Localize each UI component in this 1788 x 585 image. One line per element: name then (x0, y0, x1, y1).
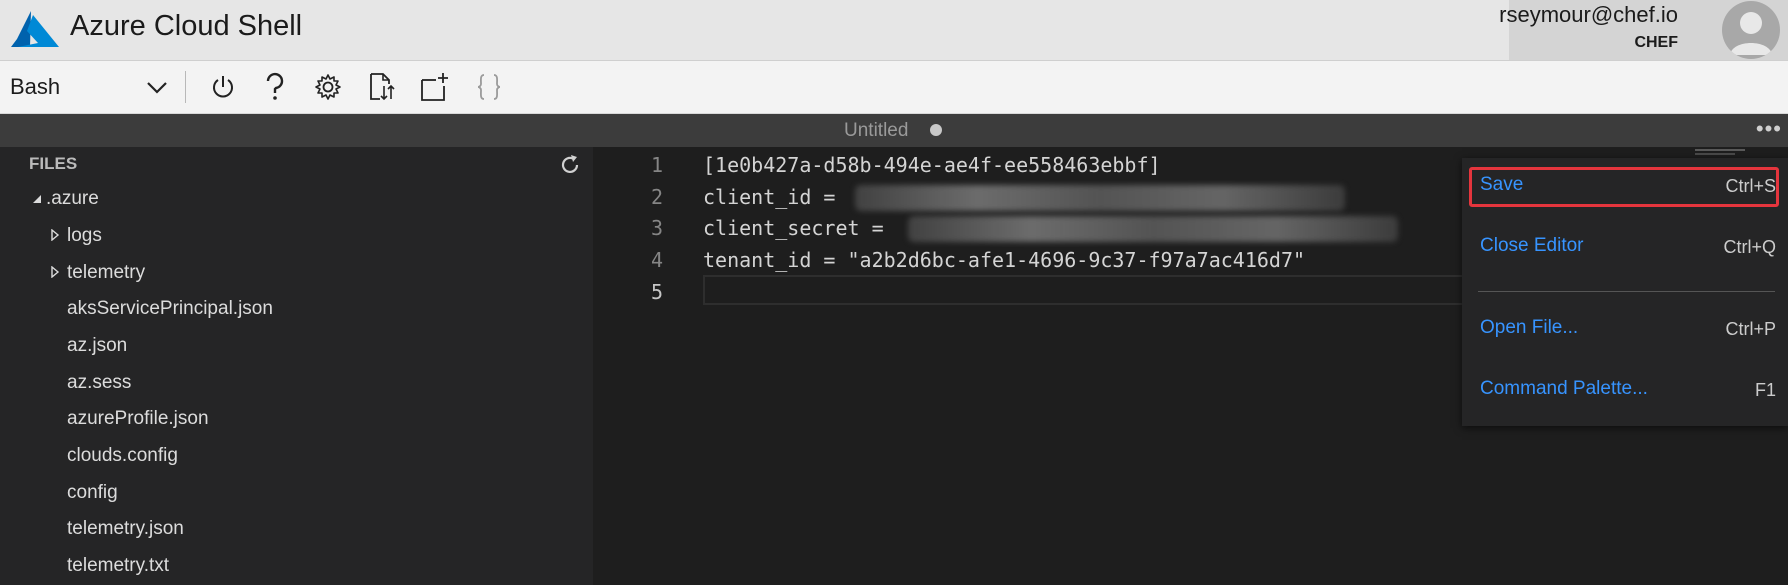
menu-item-save[interactable]: Save Ctrl+S (1462, 164, 1788, 208)
tree-item-file[interactable]: clouds.config (67, 445, 178, 467)
toolbar-divider (185, 71, 186, 103)
menu-item-close-editor[interactable]: Close Editor Ctrl+Q (1462, 225, 1788, 269)
editor-context-menu: Save Ctrl+S Close Editor Ctrl+Q Open Fil… (1462, 158, 1788, 426)
tree-item-file[interactable]: aksServicePrincipal.json (67, 298, 273, 320)
help-icon (266, 72, 284, 100)
help-button[interactable] (259, 71, 291, 103)
chevron-down-icon (147, 82, 167, 94)
shell-toolbar: Bash (0, 61, 1788, 114)
menu-separator (1478, 291, 1775, 292)
line-number: 1 (650, 153, 663, 177)
avatar[interactable] (1722, 1, 1780, 59)
caret-right-icon (51, 266, 60, 278)
menu-item-label: Close Editor (1480, 235, 1584, 256)
menu-item-shortcut: F1 (1754, 380, 1776, 400)
code-line: client_id = (703, 185, 848, 209)
tree-item-label: logs (67, 225, 102, 246)
azure-logo-icon (11, 11, 59, 47)
menu-item-label: Save (1480, 174, 1524, 195)
tree-item-label: telemetry (67, 262, 146, 283)
code-line: [1e0b427a-d58b-494e-ae4f-ee558463ebbf] (703, 153, 1161, 177)
open-editor-button[interactable] (473, 71, 505, 103)
line-number: 4 (650, 248, 663, 272)
files-header: FILES (29, 154, 78, 173)
caret-right-icon (51, 229, 60, 241)
new-session-button[interactable] (419, 71, 451, 103)
caret-down-icon (33, 195, 41, 203)
editor-tab-title[interactable]: Untitled (844, 120, 908, 142)
shell-type-select[interactable]: Bash (0, 61, 180, 113)
redacted-client-secret (908, 216, 1398, 242)
menu-item-command-palette[interactable]: Command Palette... F1 (1462, 368, 1788, 412)
tree-item-file[interactable]: az.json (67, 335, 127, 357)
tree-item-file[interactable]: telemetry.txt (67, 555, 169, 577)
user-tenant: CHEF (1634, 34, 1678, 51)
menu-item-label: Open File... (1480, 317, 1579, 338)
power-icon (213, 76, 233, 98)
code-line: client_secret = (703, 216, 896, 240)
tree-item-file[interactable]: az.sess (67, 372, 131, 394)
app-title: Azure Cloud Shell (70, 10, 303, 42)
settings-button[interactable] (312, 71, 344, 103)
editor-braces-icon (477, 74, 501, 100)
menu-item-shortcut: Ctrl+P (1725, 319, 1776, 339)
line-number: 5 (650, 280, 663, 304)
minimap-lines-icon (1695, 149, 1745, 155)
more-actions-button[interactable]: ••• (1756, 116, 1782, 142)
tree-item-file[interactable]: telemetry.json (67, 518, 184, 540)
current-line-highlight (703, 275, 1483, 305)
line-number: 2 (650, 185, 663, 209)
user-silhouette-icon (1730, 12, 1772, 55)
unsaved-dot-icon (930, 124, 942, 136)
shell-type-label: Bash (10, 74, 61, 99)
menu-item-open-file[interactable]: Open File... Ctrl+P (1462, 307, 1788, 351)
upload-download-button[interactable] (366, 71, 398, 103)
new-session-icon (421, 73, 448, 101)
menu-item-shortcut: Ctrl+Q (1723, 237, 1776, 257)
minimap[interactable] (1695, 147, 1755, 157)
menu-item-shortcut: Ctrl+S (1725, 176, 1776, 196)
settings-icon (315, 74, 341, 100)
user-email: rseymour@chef.io (1499, 2, 1678, 27)
tree-item-file[interactable]: config (67, 482, 118, 504)
redacted-client-id (855, 185, 1345, 211)
upload-download-icon (370, 73, 395, 101)
account-area[interactable]: rseymour@chef.io CHEF (1499, 0, 1788, 60)
menu-item-label: Command Palette... (1480, 378, 1648, 399)
tree-item-file[interactable]: azureProfile.json (67, 408, 209, 430)
refresh-icon[interactable] (558, 153, 582, 177)
editor-tab-strip: Untitled ••• (0, 114, 1788, 147)
file-explorer: FILES .azure logs telemetry aksServicePr… (0, 147, 593, 585)
restart-button[interactable] (207, 71, 239, 103)
app-header: Azure Cloud Shell rseymour@chef.io CHEF (0, 0, 1788, 61)
line-number: 3 (650, 216, 663, 240)
code-line: tenant_id = "a2b2d6bc-afe1-4696-9c37-f97… (703, 248, 1306, 272)
tree-item-label: .azure (46, 188, 99, 209)
